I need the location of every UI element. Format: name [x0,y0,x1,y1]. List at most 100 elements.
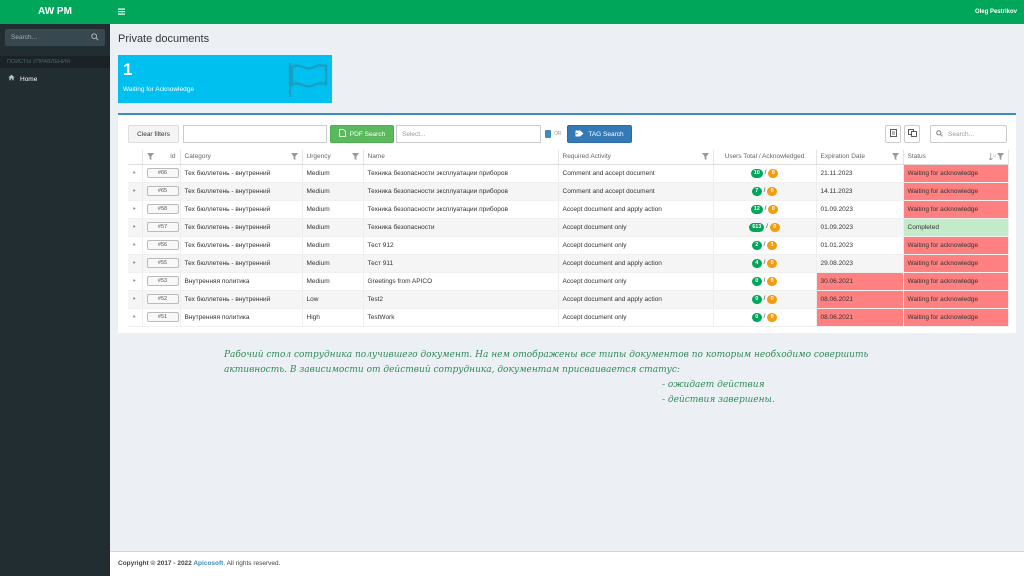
cell-id: #58 [142,200,181,219]
expand-row-toggle[interactable] [128,182,143,201]
footer: Copyright © 2017 - 2022 Apicosoft. All r… [110,551,1024,576]
id-tag[interactable]: #52 [146,294,179,304]
sidebar-section-header: ПОИСТЫ УПРАВЛЕНИЯ [0,56,110,68]
column-header-name[interactable]: Name [363,150,559,165]
toolbar: Clear filters PDF Search OR TAG Search [128,125,1007,144]
cell-urgency: Medium [302,164,364,183]
footer-company-link[interactable]: Apicosoft [193,560,223,567]
filter-input[interactable] [183,125,327,143]
sidebar-item-label: Home [20,76,38,83]
caret-right-icon [133,296,136,300]
id-tag[interactable]: #55 [146,258,179,268]
or-toggle-label: OR [554,131,562,137]
table-row[interactable]: #55 Тех бюллетень - внутренний Medium Тест … [128,254,1009,273]
column-header-category[interactable]: Category [180,150,303,165]
sort-icon[interactable]: 12 [988,153,996,162]
column-header-id[interactable]: Id [142,150,181,165]
filter-icon[interactable] [701,153,709,162]
expand-row-toggle[interactable] [128,254,143,273]
pdf-file-icon [338,129,346,139]
tag-search-button[interactable]: TAG Search [567,125,632,143]
users-total-badge: 7 [751,186,762,196]
search-icon[interactable] [91,33,99,43]
menu-toggle-icon[interactable] [118,8,125,15]
column-header-expiration[interactable]: Expiration Date [816,150,904,165]
export-excel-button[interactable] [885,125,901,143]
cell-name: Test2 [363,290,559,309]
filter-icon[interactable] [290,153,298,162]
sidebar-search-input[interactable] [5,29,105,46]
tag-select[interactable] [396,125,541,143]
table-row[interactable]: #56 Тех бюллетень - внутренний Medium Тест … [128,236,1009,255]
table-row[interactable]: #51 Внутренняя политика High TestWork Accept… [128,308,1009,327]
expand-row-toggle[interactable] [128,236,143,255]
sidebar: AW PM ПОИСТЫ УПРАВЛЕНИЯ Home [0,0,110,576]
cell-id: #53 [142,272,181,291]
table-row[interactable]: #65 Тех бюллетень - внутренний Medium Техни… [128,182,1009,201]
annotation-line-1: Рабочий стол сотрудника получившего доку… [224,350,869,360]
users-ack-badge: 0 [767,312,778,322]
cell-users: 12 / 0 [713,200,817,219]
document-icon [889,129,897,139]
annotation-line-3: - ожидает действия [662,380,765,390]
annotation-line-2: активность. В зависимости от действий со… [224,365,680,375]
cell-expiration: 21.11.2023 [816,164,904,183]
cell-users: 0 / 0 [713,308,817,327]
users-total-badge: 0 [751,312,762,322]
filter-icon[interactable] [351,153,359,162]
brand-logo[interactable]: AW PM [0,0,110,24]
expand-row-toggle[interactable] [128,272,143,291]
info-box-waiting[interactable]: 1 Waiting for Acknowledge [118,55,332,103]
expand-row-toggle[interactable] [128,164,143,183]
table-row[interactable]: #53 Внутренняя политика Medium Greetings fr… [128,272,1009,291]
column-header-required-activity[interactable]: Required Activity [558,150,714,165]
expand-row-toggle[interactable] [128,218,143,237]
users-ack-badge: 1 [767,240,778,250]
id-tag[interactable]: #51 [146,312,179,322]
columns-icon [907,129,917,139]
cell-expiration: 30.06.2021 [816,272,904,291]
expand-row-toggle[interactable] [128,200,143,219]
cell-urgency: Low [302,290,364,309]
page-title: Private documents [118,33,210,45]
column-header-status[interactable]: Status 12 [903,150,1009,165]
cell-name: Техника безопасности эксплуатации прибор… [363,182,559,201]
table-row[interactable]: #57 Тех бюллетень - внутренний Medium Техни… [128,218,1009,237]
id-tag[interactable]: #65 [146,186,179,196]
users-ack-badge: 0 [767,186,778,196]
column-chooser-button[interactable] [904,125,920,143]
table-row[interactable]: #58 Тех бюллетень - внутренний Medium Техни… [128,200,1009,219]
expand-row-toggle[interactable] [128,308,143,327]
table-row[interactable]: #66 Тех бюллетень - внутренний Medium Техни… [128,164,1009,183]
column-header-urgency[interactable]: Urgency [302,150,364,165]
cell-required-activity: Comment and accept document [558,164,714,183]
id-tag[interactable]: #57 [146,222,179,232]
filter-icon[interactable] [996,153,1004,162]
user-menu[interactable]: Oleg Pestrikov [975,0,1017,24]
filter-icon[interactable] [146,153,154,162]
id-tag[interactable]: #58 [146,204,179,214]
sidebar-item-home[interactable]: Home [0,74,110,86]
clear-filters-button[interactable]: Clear filters [128,125,179,143]
filter-icon[interactable] [891,153,899,162]
column-header-users[interactable]: Users Total / Acknowledged [713,150,817,165]
expand-row-toggle[interactable] [128,290,143,309]
caret-right-icon [133,224,136,228]
cell-urgency: Medium [302,218,364,237]
flag-icon [286,60,328,100]
users-ack-badge: 0 [768,168,779,178]
id-tag[interactable]: #53 [146,276,179,286]
or-toggle[interactable] [545,130,551,138]
id-tag[interactable]: #66 [146,168,179,178]
cell-urgency: Medium [302,236,364,255]
pdf-search-button[interactable]: PDF Search [330,125,394,143]
id-tag[interactable]: #56 [146,240,179,250]
info-box-label: Waiting for Acknowledge [123,86,194,93]
footer-suffix: . All rights reserved. [223,560,281,567]
table-search-input[interactable] [948,130,1003,138]
users-ack-badge: 0 [768,204,779,214]
cell-expiration: 01.01.2023 [816,236,904,255]
table-row[interactable]: #52 Тех бюллетень - внутренний Low Test2 Acc… [128,290,1009,309]
home-icon [8,74,15,86]
users-ack-badge: 0 [767,258,778,268]
